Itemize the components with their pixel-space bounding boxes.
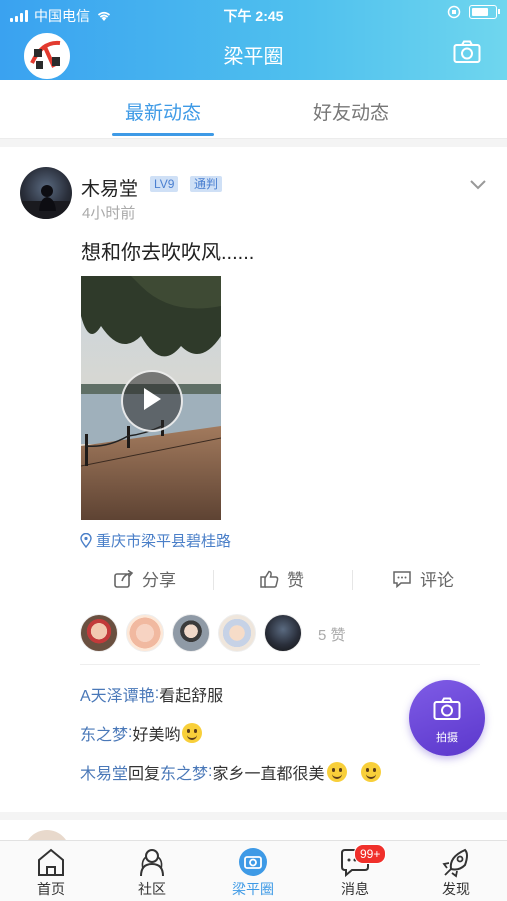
liker-avatar[interactable] bbox=[126, 614, 164, 652]
comment-author[interactable]: A天泽谭艳 bbox=[80, 682, 155, 706]
liker-avatars bbox=[80, 614, 302, 652]
comment-item: A天泽谭艳 : 看起舒服 bbox=[80, 682, 223, 706]
like-button[interactable]: 赞 bbox=[260, 566, 304, 591]
role-badge: 通判 bbox=[190, 176, 223, 192]
liker-avatar[interactable] bbox=[264, 614, 302, 652]
nav-community[interactable]: 社区 bbox=[117, 845, 187, 899]
nav-label: 消息 bbox=[341, 881, 369, 897]
nav-liangping-circle[interactable]: 梁平圈 bbox=[218, 845, 288, 899]
fab-label: 拍摄 bbox=[436, 732, 458, 744]
page-title: 梁平圈 bbox=[223, 46, 284, 68]
location-text: 重庆市梁平县碧桂路 bbox=[96, 533, 232, 550]
action-divider bbox=[352, 570, 353, 590]
play-icon bbox=[144, 388, 161, 410]
comment-button[interactable]: 评论 bbox=[392, 566, 454, 591]
feed-tabs: 最新动态 好友动态 bbox=[0, 80, 507, 139]
liker-avatar[interactable] bbox=[80, 614, 118, 652]
battery-icon bbox=[469, 5, 500, 19]
post-author-name[interactable]: 木易堂 bbox=[81, 174, 138, 201]
bottom-navbar: 首页 社区 梁平圈 消息 发现 bbox=[0, 840, 507, 901]
status-bar: 中国电信 下午 2:45 bbox=[0, 0, 507, 28]
camera-icon bbox=[433, 697, 461, 720]
reply-word: 回复 bbox=[128, 766, 161, 783]
nav-label: 首页 bbox=[37, 881, 65, 897]
community-icon bbox=[140, 849, 164, 877]
comment-author[interactable]: 东之梦 bbox=[80, 721, 128, 745]
orientation-lock-icon bbox=[447, 5, 461, 19]
reply-target[interactable]: 东之梦 bbox=[160, 760, 208, 784]
tab-friends[interactable]: 好友动态 bbox=[286, 98, 416, 125]
status-time: 下午 2:45 bbox=[223, 8, 284, 24]
comment-icon bbox=[393, 570, 411, 588]
level-badge: LV9 bbox=[150, 176, 179, 192]
chevron-down-icon[interactable] bbox=[469, 178, 487, 190]
section-divider bbox=[0, 812, 507, 820]
post-author-avatar[interactable] bbox=[20, 167, 72, 219]
message-count-badge: 99+ bbox=[354, 844, 387, 864]
post-location[interactable]: 重庆市梁平县碧桂路 bbox=[80, 530, 231, 551]
comment-text: 看起舒服 bbox=[159, 688, 224, 705]
nav-home[interactable]: 首页 bbox=[16, 845, 86, 899]
comments-divider bbox=[80, 664, 480, 665]
share-icon bbox=[114, 569, 134, 588]
section-divider bbox=[0, 139, 507, 147]
smile-emoji-icon bbox=[326, 762, 347, 782]
post-content: 想和你去吹吹风...... bbox=[81, 242, 255, 264]
home-icon bbox=[38, 848, 64, 876]
app-header: 中国电信 下午 2:45 梁平圈 bbox=[0, 0, 507, 80]
post-video-thumbnail[interactable] bbox=[81, 276, 221, 520]
comment-item: 东之梦 : 好美哟 bbox=[80, 721, 203, 745]
comment-author[interactable]: 木易堂 bbox=[80, 760, 128, 784]
camera-icon[interactable] bbox=[453, 40, 481, 64]
tab-latest[interactable]: 最新动态 bbox=[98, 98, 228, 125]
shoot-fab-button[interactable]: 拍摄 bbox=[409, 680, 485, 756]
active-tab-indicator bbox=[112, 133, 214, 136]
liker-avatar[interactable] bbox=[172, 614, 210, 652]
post-actions: 分享 赞 评论 bbox=[80, 566, 480, 596]
rocket-icon bbox=[442, 848, 468, 878]
smile-emoji-icon bbox=[182, 723, 203, 743]
share-label: 分享 bbox=[142, 571, 176, 590]
post-time: 4小时前 bbox=[82, 205, 136, 222]
comment-item: 木易堂 回复 东之梦 : 家乡一直都很美 bbox=[80, 760, 381, 784]
share-button[interactable]: 分享 bbox=[114, 566, 176, 591]
thumbs-up-icon bbox=[260, 570, 279, 588]
like-label: 赞 bbox=[287, 571, 304, 590]
action-divider bbox=[213, 570, 214, 590]
nav-label: 梁平圈 bbox=[232, 881, 274, 897]
smile-emoji-icon bbox=[360, 762, 381, 782]
location-pin-icon bbox=[80, 533, 92, 548]
nav-label: 社区 bbox=[138, 881, 166, 897]
play-button[interactable] bbox=[121, 370, 183, 432]
like-count: 5 赞 bbox=[318, 627, 346, 644]
status-right bbox=[447, 5, 500, 19]
comment-label: 评论 bbox=[420, 571, 454, 590]
person-silhouette-icon bbox=[20, 185, 72, 219]
liker-avatar[interactable] bbox=[218, 614, 256, 652]
nav-discover[interactable]: 发现 bbox=[421, 845, 491, 899]
circle-camera-icon bbox=[239, 848, 267, 876]
comment-text: 家乡一直都很美 bbox=[212, 766, 325, 783]
comment-text: 好美哟 bbox=[132, 727, 181, 744]
nav-label: 发现 bbox=[442, 881, 470, 897]
